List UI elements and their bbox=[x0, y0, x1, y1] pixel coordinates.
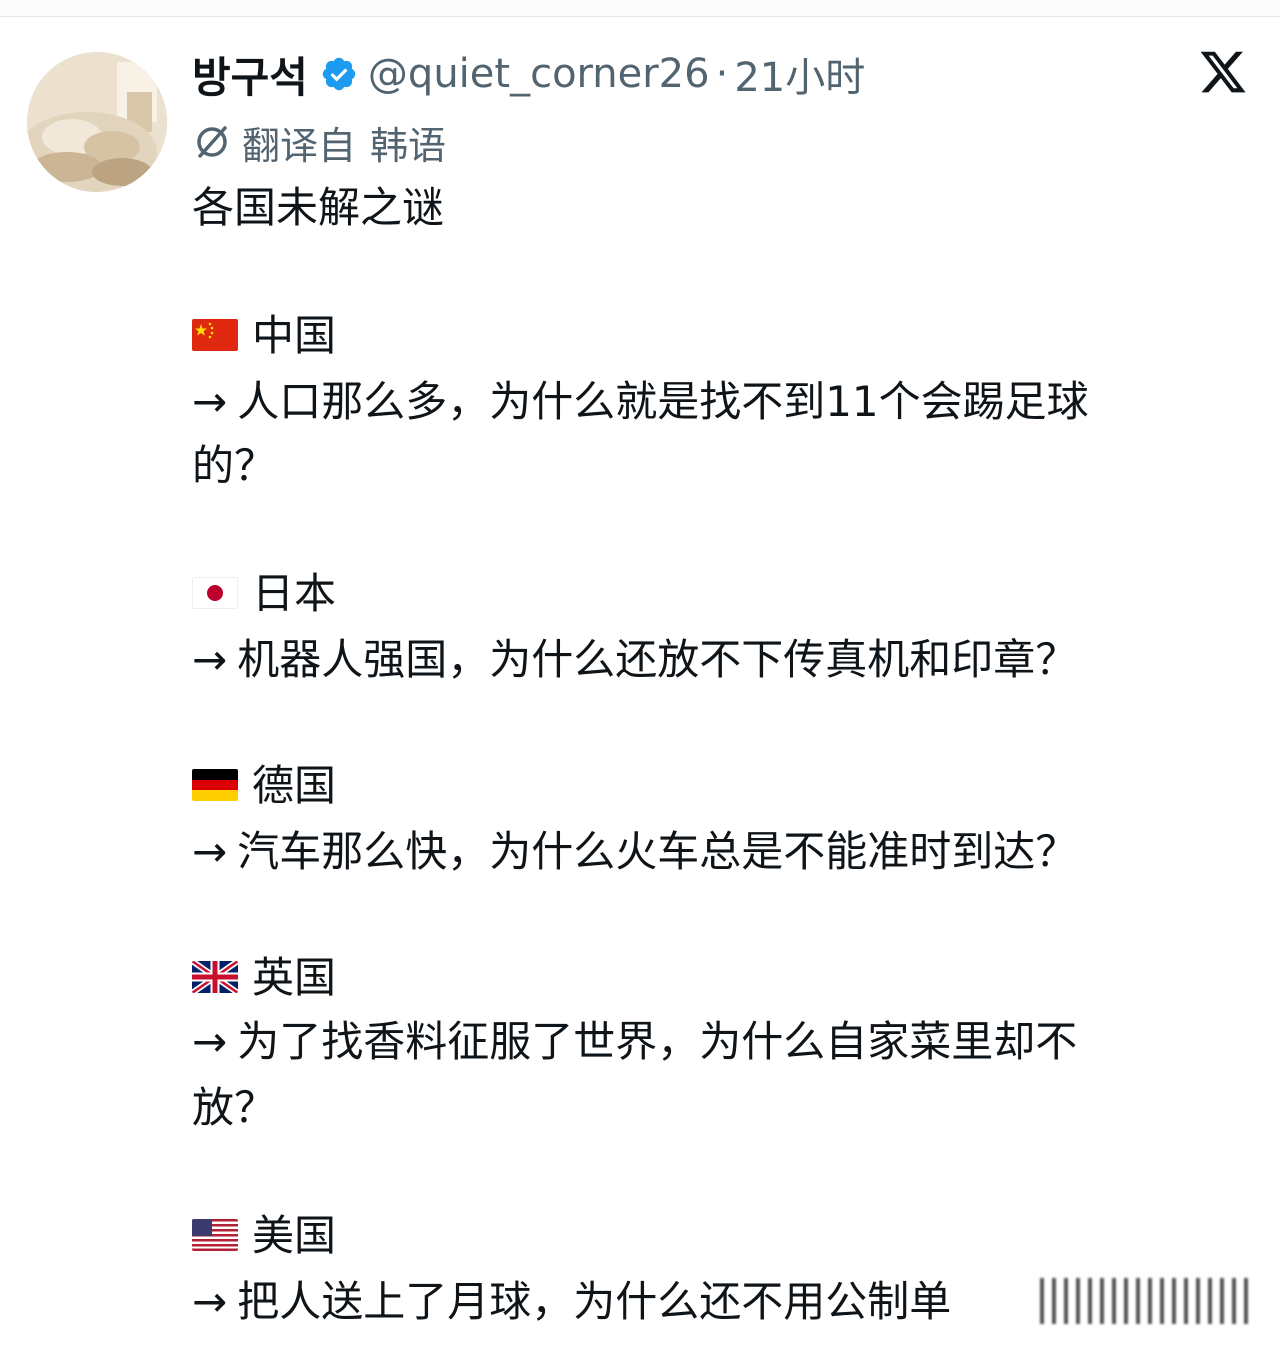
arrow-icon: → bbox=[192, 827, 228, 876]
entry-text: 把人送上了月球，为什么还不用公制单 bbox=[237, 1277, 952, 1326]
entry-text: 汽车那么快，为什么火车总是不能准时到达？ bbox=[237, 827, 1078, 876]
avatar-image bbox=[27, 52, 167, 192]
arrow-icon: → bbox=[192, 1277, 228, 1326]
post-title: 各国未解之谜 bbox=[192, 183, 445, 232]
entry-line: → 把人送上了月球，为什么还不用公制单 bbox=[192, 1272, 951, 1332]
translate-icon bbox=[192, 122, 232, 162]
entry-country: 美国 bbox=[252, 1211, 337, 1260]
entry-text: 为了找香料征服了世界，为什么自家菜里却不 bbox=[237, 1017, 1078, 1066]
china-flag-icon bbox=[192, 318, 238, 351]
entry-heading: 美国 bbox=[192, 1206, 336, 1266]
translation-notice[interactable]: 翻译自 韩语 bbox=[192, 116, 446, 168]
entry-line: → 机器人强国，为什么还放不下传真机和印章？ bbox=[192, 630, 1077, 690]
verified-badge-icon bbox=[320, 55, 358, 93]
entry-heading: 中国 bbox=[192, 306, 336, 366]
handle[interactable]: @quiet_corner26 bbox=[368, 51, 710, 97]
arrow-icon: → bbox=[192, 377, 228, 426]
entry-country: 日本 bbox=[252, 569, 337, 618]
usa-flag-icon bbox=[192, 1218, 238, 1251]
display-name[interactable]: 방구석 bbox=[192, 44, 308, 105]
post-header: 방구석 @quiet_corner26 · 21小时 bbox=[192, 46, 865, 102]
avatar[interactable] bbox=[27, 52, 167, 192]
entry-text: 机器人强国，为什么还放不下传真机和印章？ bbox=[237, 635, 1078, 684]
top-divider bbox=[0, 0, 1280, 17]
translation-language: 韩语 bbox=[370, 123, 447, 168]
entry-heading: 德国 bbox=[192, 756, 336, 816]
arrow-icon: → bbox=[192, 635, 228, 684]
entry-text: 人口那么多，为什么就是找不到11个会踢足球 bbox=[237, 377, 1089, 426]
entry-line: → 人口那么多，为什么就是找不到11个会踢足球 bbox=[192, 372, 1089, 432]
arrow-icon: → bbox=[192, 1017, 228, 1066]
truncated-text-overlay bbox=[1040, 1278, 1252, 1324]
separator-dot: · bbox=[715, 51, 729, 97]
entry-line: 放？ bbox=[192, 1083, 277, 1132]
entry-heading: 日本 bbox=[192, 564, 336, 624]
entry-line: → 为了找香料征服了世界，为什么自家菜里却不 bbox=[192, 1012, 1077, 1072]
germany-flag-icon bbox=[192, 768, 238, 801]
entry-country: 英国 bbox=[252, 953, 337, 1002]
entry-heading: 英国 bbox=[192, 948, 336, 1008]
entry-country: 德国 bbox=[252, 761, 337, 810]
japan-flag-icon bbox=[192, 576, 238, 609]
entry-line: → 汽车那么快，为什么火车总是不能准时到达？ bbox=[192, 822, 1077, 882]
translation-label: 翻译自 bbox=[242, 123, 357, 168]
timestamp[interactable]: 21小时 bbox=[734, 45, 865, 103]
uk-flag-icon bbox=[192, 960, 238, 993]
entry-line: 的？ bbox=[192, 441, 277, 490]
entry-country: 中国 bbox=[252, 311, 337, 360]
x-logo-icon[interactable] bbox=[1198, 47, 1248, 97]
